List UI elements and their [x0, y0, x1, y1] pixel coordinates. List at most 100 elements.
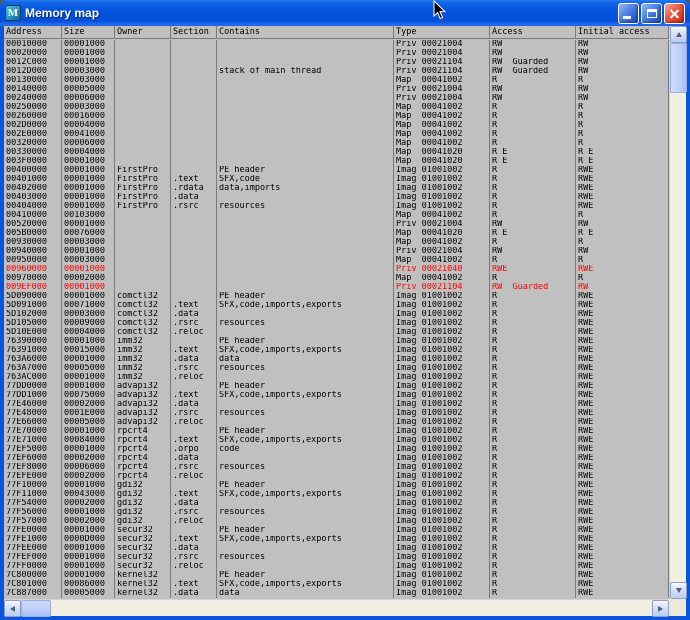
horizontal-scroll-thumb[interactable] [21, 600, 51, 617]
close-button[interactable] [664, 3, 685, 24]
horizontal-scrollbar[interactable] [4, 599, 669, 616]
cell-size: 00001000 [62, 571, 115, 580]
maximize-button[interactable] [641, 3, 662, 24]
table-row[interactable]: 77E6600000005000advapi32.relocImag 01001… [4, 418, 669, 427]
cell-size: 00003000 [62, 238, 115, 247]
column-header-type[interactable]: Type [394, 26, 490, 39]
table-row[interactable]: 0014000000005000Priv 00021004RWRW [4, 85, 669, 94]
cell-address: 003F0000 [4, 157, 62, 166]
vertical-scroll-thumb[interactable] [670, 43, 687, 93]
table-row[interactable]: 0024000000006000Priv 00021004RWRW [4, 94, 669, 103]
table-row[interactable]: 0012D00000003000stack of main threadPriv… [4, 67, 669, 76]
table-row[interactable]: 7C80000000001000kernel32PE headerImag 01… [4, 571, 669, 580]
table-row[interactable]: 77DD000000001000advapi32PE headerImag 01… [4, 382, 669, 391]
cell-type: Priv 00021004 [394, 85, 490, 94]
table-row[interactable]: 0032000000006000Map 00041002RR [4, 139, 669, 148]
table-row[interactable]: 003F000000001000Map 00041020R ER E [4, 157, 669, 166]
table-row[interactable]: 0040000000001000FirstProPE headerImag 01… [4, 166, 669, 175]
column-header-initial[interactable]: Initial access [576, 26, 669, 39]
table-row[interactable]: 5D10200000003000comctl32.dataImag 010010… [4, 310, 669, 319]
cell-size: 00001000 [62, 49, 115, 58]
scroll-up-button[interactable] [670, 26, 687, 43]
scroll-right-button[interactable] [652, 600, 669, 617]
table-row[interactable]: 77F5400000002000gdi32.dataImag 01001002R… [4, 499, 669, 508]
table-row[interactable]: 0040300000001000FirstPro.dataImag 010010… [4, 193, 669, 202]
column-header-section[interactable]: Section [171, 26, 217, 39]
cell-section: .data [171, 499, 217, 508]
table-row[interactable]: 0033000000004000Map 00041020R ER E [4, 148, 669, 157]
table-row[interactable]: 0001000000001000Priv 00021004RWRW [4, 40, 669, 49]
table-row[interactable]: 77FEF00000001000secur32.rsrcresourcesIma… [4, 553, 669, 562]
column-header-size[interactable]: Size [62, 26, 115, 39]
table-row[interactable]: 0013000000003000Map 00041002RR [4, 76, 669, 85]
scroll-down-button[interactable] [670, 582, 687, 599]
table-row[interactable]: 7639100000015000imm32.textSFX,code,impor… [4, 346, 669, 355]
table-row[interactable]: 009EF00000001000Priv 00021104RW GuardedR… [4, 283, 669, 292]
table-row[interactable]: 0052000000001000Priv 00021004RWRW [4, 220, 669, 229]
window-title: Memory map [25, 6, 99, 20]
table-row[interactable]: 77EF600000002000rpcrt4.dataImag 01001002… [4, 454, 669, 463]
cell-contains [217, 76, 394, 85]
table-row[interactable]: 7C80100000086000kernel32.textSFX,code,im… [4, 580, 669, 589]
cell-address: 5D10E000 [4, 328, 62, 337]
table-row[interactable]: 0041000000103000Map 00041002RR [4, 211, 669, 220]
table-row[interactable]: 77E4600000002000advapi32.dataImag 010010… [4, 400, 669, 409]
table-row[interactable]: 7639000000001000imm32PE headerImag 01001… [4, 337, 669, 346]
column-header-owner[interactable]: Owner [115, 26, 171, 39]
cell-contains: resources [217, 202, 394, 211]
cell-address: 00404000 [4, 202, 62, 211]
cell-contains [217, 256, 394, 265]
title-bar[interactable]: M Memory map [0, 0, 690, 26]
table-row[interactable]: 763A700000005000imm32.rsrcresourcesImag … [4, 364, 669, 373]
table-row[interactable]: 0097000000002000Map 00041002RR [4, 274, 669, 283]
table-row[interactable]: 0026000000016000Map 00041002RR [4, 112, 669, 121]
table-row[interactable]: 002D000000004000Map 00041002RR [4, 121, 669, 130]
app-icon[interactable]: M [5, 5, 21, 21]
table-row[interactable]: 0093000000003000Map 00041002RR [4, 238, 669, 247]
table-row[interactable]: 77E7000000001000rpcrt4PE headerImag 0100… [4, 427, 669, 436]
table-row[interactable]: 0095000000003000Map 00041002RR [4, 256, 669, 265]
table-row[interactable]: 77FEE00000001000secur32.dataImag 0100100… [4, 544, 669, 553]
table-row[interactable]: 7C88700000005000kernel32.datadataImag 01… [4, 589, 669, 598]
table-row[interactable]: 77FE000000001000secur32PE headerImag 010… [4, 526, 669, 535]
table-row[interactable]: 5D09100000071000comctl32.textSFX,code,im… [4, 301, 669, 310]
cell-size: 00001000 [62, 292, 115, 301]
table-row[interactable]: 77DD100000075000advapi32.textSFX,code,im… [4, 391, 669, 400]
table-row[interactable]: 763AC00000001000imm32.relocImag 01001002… [4, 373, 669, 382]
cell-section: .text [171, 580, 217, 589]
column-header-contains[interactable]: Contains [217, 26, 394, 39]
table-row[interactable]: 77EF500000001000rpcrt4.orpocodeImag 0100… [4, 445, 669, 454]
table-row[interactable]: 5D10500000009000comctl32.rsrcresourcesIm… [4, 319, 669, 328]
table-row[interactable]: 5D09000000001000comctl32PE headerImag 01… [4, 292, 669, 301]
table-row[interactable]: 77F1000000001000gdi32PE headerImag 01001… [4, 481, 669, 490]
table-row[interactable]: 0040400000001000FirstPro.rsrcresourcesIm… [4, 202, 669, 211]
table-row[interactable]: 77F5700000002000gdi32.relocImag 01001002… [4, 517, 669, 526]
cell-type: Imag 01001002 [394, 355, 490, 364]
table-row[interactable]: 002E000000041000Map 00041002RR [4, 130, 669, 139]
cell-section [171, 427, 217, 436]
minimize-button[interactable] [618, 3, 639, 24]
table-row[interactable]: 77E480000001E000advapi32.rsrcresourcesIm… [4, 409, 669, 418]
table-row[interactable]: 77E7100000084000rpcrt4.textSFX,code,impo… [4, 436, 669, 445]
table-row[interactable]: 763A600000001000imm32.datadataImag 01001… [4, 355, 669, 364]
table-row[interactable]: 77EF800000006000rpcrt4.rsrcresourcesImag… [4, 463, 669, 472]
cell-type: Imag 01001002 [394, 337, 490, 346]
scroll-left-button[interactable] [4, 600, 21, 617]
table-row[interactable]: 77EFE00000002000rpcrt4.relocImag 0100100… [4, 472, 669, 481]
table-row[interactable]: 5D10E00000004000comctl32.relocImag 01001… [4, 328, 669, 337]
table-row[interactable]: 0012C00000001000Priv 00021104RW GuardedR… [4, 58, 669, 67]
table-row[interactable]: 0094000000001000Priv 00021004RWRW [4, 247, 669, 256]
table-row[interactable]: 77F5600000001000gdi32.rsrcresourcesImag … [4, 508, 669, 517]
table-row[interactable]: 0096000000001000Priv 00021040RWERWE [4, 265, 669, 274]
table-row[interactable]: 0040200000001000FirstPro.rdatadata,impor… [4, 184, 669, 193]
table-row[interactable]: 77FE10000000D000secur32.textSFX,code,imp… [4, 535, 669, 544]
table-row[interactable]: 005B000000076000Map 00041020R ER E [4, 229, 669, 238]
column-header-address[interactable]: Address [4, 26, 62, 39]
table-row[interactable]: 77F1100000043000gdi32.textSFX,code,impor… [4, 490, 669, 499]
column-header-access[interactable]: Access [490, 26, 576, 39]
table-row[interactable]: 77FF000000001000secur32.relocImag 010010… [4, 562, 669, 571]
table-row[interactable]: 0025000000003000Map 00041002RR [4, 103, 669, 112]
table-row[interactable]: 0040100000001000FirstPro.textSFX,codeIma… [4, 175, 669, 184]
table-row[interactable]: 0002000000001000Priv 00021004RWRW [4, 49, 669, 58]
vertical-scrollbar[interactable] [669, 26, 686, 599]
